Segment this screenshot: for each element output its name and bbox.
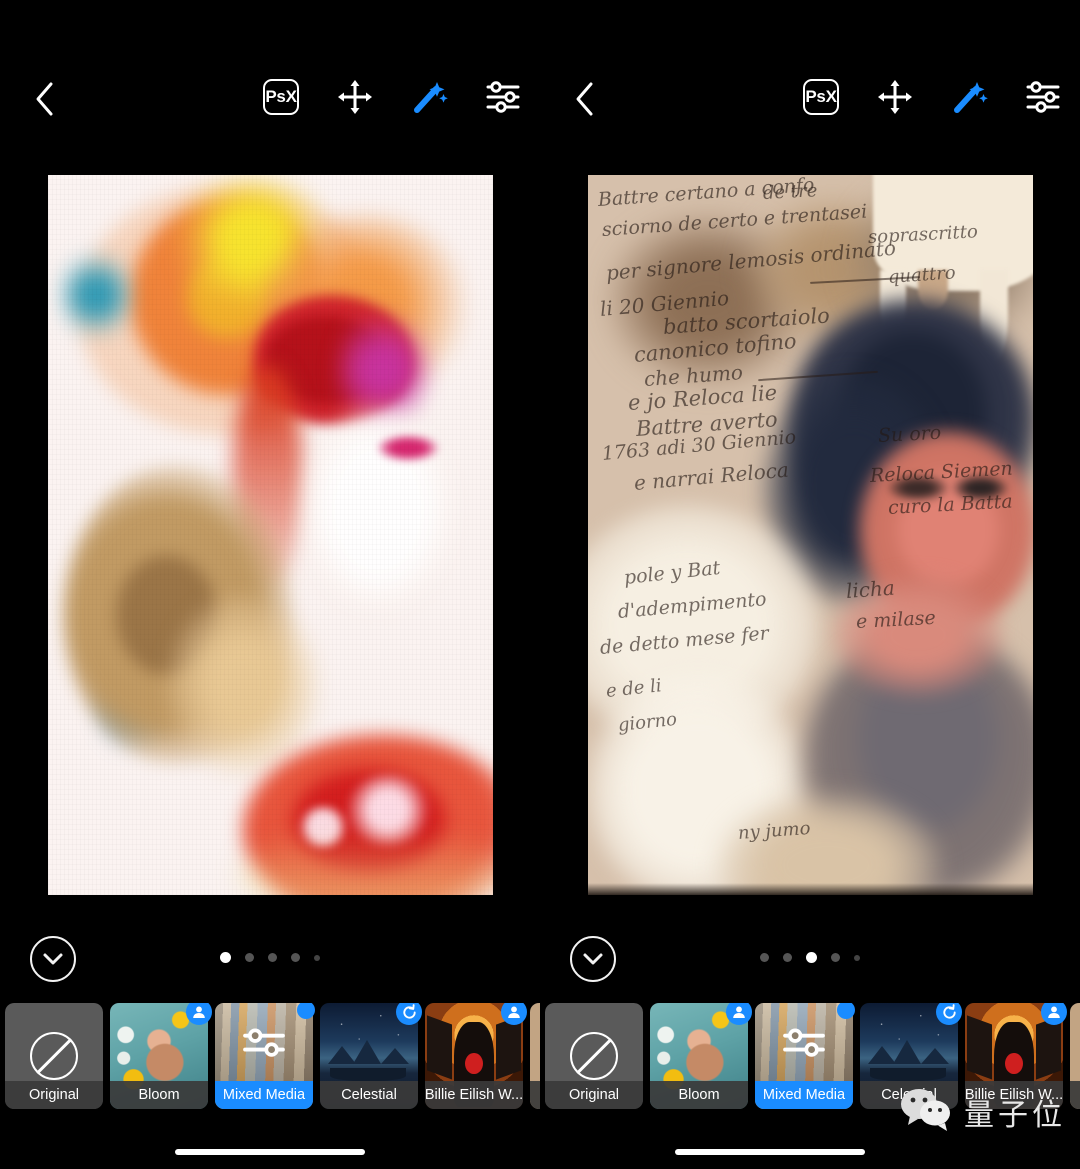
- sliders-icon[interactable]: [1020, 72, 1066, 122]
- magic-wand-icon[interactable]: [406, 72, 452, 122]
- pager-row-right: [540, 930, 1080, 990]
- home-indicator: [175, 1149, 365, 1155]
- filter-label: Bloom: [650, 1081, 748, 1109]
- filter-label: Original: [545, 1081, 643, 1109]
- page-dot[interactable]: [854, 954, 860, 961]
- page-dot[interactable]: [268, 953, 277, 962]
- filter-label: Mixed Media: [755, 1081, 853, 1109]
- home-indicator: [675, 1149, 865, 1155]
- move-arrows-icon[interactable]: [332, 72, 378, 122]
- filter-label: Celestial: [320, 1081, 418, 1109]
- person-icon: [501, 1003, 527, 1025]
- image-canvas-left[interactable]: [48, 175, 493, 895]
- sliders-icon[interactable]: [480, 72, 526, 122]
- filter-label: Celestial: [860, 1081, 958, 1109]
- toolbar-actions-left: PsX: [258, 72, 526, 122]
- page-dot[interactable]: [314, 954, 320, 961]
- page-dot[interactable]: [806, 952, 817, 963]
- person-icon: [1041, 1003, 1067, 1025]
- refresh-icon[interactable]: [396, 1003, 422, 1025]
- panel-right: PsX Battre certano a confo de tre sciorn…: [540, 0, 1080, 1169]
- page-dot[interactable]: [245, 953, 254, 962]
- filter-label: Bloom: [110, 1081, 208, 1109]
- back-button[interactable]: [22, 74, 68, 124]
- filter-thumb-celestial[interactable]: Celestial: [860, 1003, 962, 1109]
- filter-thumb-bloom[interactable]: Bloom: [650, 1003, 752, 1109]
- person-icon: [186, 1003, 212, 1025]
- top-toolbar-right: PsX: [540, 0, 1080, 160]
- refresh-icon[interactable]: [936, 1003, 962, 1025]
- filter-thumb-mixed-media[interactable]: Mixed Media: [215, 1003, 315, 1109]
- filter-thumb-next-partial[interactable]: [1070, 1003, 1080, 1109]
- psx-logo-label: PsX: [803, 79, 839, 115]
- filter-thumb-billie-eilish[interactable]: Billie Eilish W...: [425, 1003, 527, 1109]
- magic-wand-icon[interactable]: [946, 72, 992, 122]
- filter-thumb-bloom[interactable]: Bloom: [110, 1003, 212, 1109]
- page-dot[interactable]: [783, 953, 792, 962]
- page-dot[interactable]: [831, 953, 840, 962]
- psx-logo-icon[interactable]: PsX: [258, 72, 304, 122]
- no-filter-icon: [570, 1032, 618, 1080]
- page-dot[interactable]: [220, 952, 231, 963]
- filter-label: [1070, 1081, 1080, 1109]
- filter-strip-left[interactable]: Original Bloom Mixed Media Celestial Bil…: [0, 1003, 540, 1109]
- vintage-manuscript-artwork: Battre certano a confo de tre sciorno de…: [588, 175, 1033, 895]
- page-dots-left[interactable]: [0, 952, 540, 963]
- image-canvas-right[interactable]: Battre certano a confo de tre sciorno de…: [588, 175, 1033, 895]
- filter-label: Mixed Media: [215, 1081, 313, 1109]
- filter-thumb-next-partial[interactable]: [530, 1003, 540, 1109]
- psx-logo-label: PsX: [263, 79, 299, 115]
- page-dot[interactable]: [760, 953, 769, 962]
- filter-label: Billie Eilish W...: [965, 1081, 1063, 1109]
- sliders-icon: [243, 1028, 285, 1057]
- panel-left: PsX Original Bloom Mixed Media Celestial…: [0, 0, 540, 1169]
- toolbar-actions-right: PsX: [798, 72, 1066, 122]
- top-toolbar-left: PsX: [0, 0, 540, 160]
- page-dots-right[interactable]: [540, 952, 1080, 963]
- filter-thumb-billie-eilish[interactable]: Billie Eilish W...: [965, 1003, 1067, 1109]
- filter-thumb-celestial[interactable]: Celestial: [320, 1003, 422, 1109]
- person-icon: [726, 1003, 752, 1025]
- psx-logo-icon[interactable]: PsX: [798, 72, 844, 122]
- filter-strip-right[interactable]: Original Bloom Mixed Media Celestial Bil…: [540, 1003, 1080, 1109]
- filter-label: Original: [5, 1081, 103, 1109]
- filter-label: [530, 1081, 540, 1109]
- back-button[interactable]: [562, 74, 608, 124]
- filter-thumb-original[interactable]: Original: [5, 1003, 103, 1109]
- manuscript-script-layer: Battre certano a confo de tre sciorno de…: [597, 175, 1014, 844]
- filter-label: Billie Eilish W...: [425, 1081, 523, 1109]
- move-arrows-icon[interactable]: [872, 72, 918, 122]
- pager-row-left: [0, 930, 540, 990]
- page-dot[interactable]: [291, 953, 300, 962]
- watercolor-portrait-artwork: [48, 175, 493, 895]
- filter-thumb-original[interactable]: Original: [545, 1003, 643, 1109]
- dual-screenshot-composite: PsX Original Bloom Mixed Media Celestial…: [0, 0, 1080, 1169]
- filter-thumb-mixed-media[interactable]: Mixed Media: [755, 1003, 855, 1109]
- no-filter-icon: [30, 1032, 78, 1080]
- sliders-icon: [783, 1028, 825, 1057]
